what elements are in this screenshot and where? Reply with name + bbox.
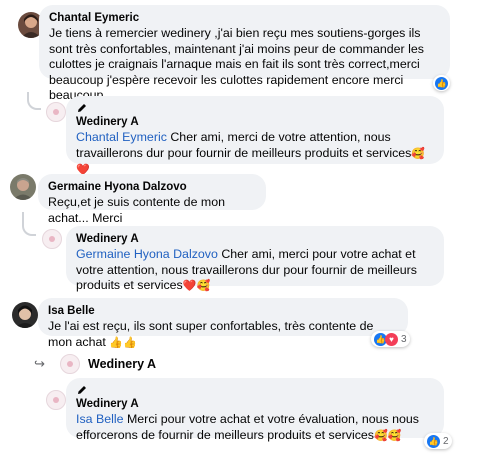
- pencil-icon: [78, 386, 86, 394]
- reaction-badge[interactable]: 👍 2: [424, 433, 452, 449]
- reply-body: Merci pour votre achat et votre évaluati…: [76, 412, 420, 442]
- comment-emojis: 👍👍: [109, 336, 137, 349]
- comment-author[interactable]: Germaine Hyona Dalzovo: [48, 180, 256, 195]
- comment-bubble: Chantal Eymeric Je tiens à remercier wed…: [39, 5, 450, 102]
- reply-author[interactable]: Wedinery A: [76, 397, 434, 412]
- thread-connector: [27, 92, 41, 110]
- comment-text: Reçu,et je suis contente de mon achat...…: [48, 195, 226, 225]
- reply-arrow-icon: ↪: [34, 356, 45, 371]
- reply-preview-author[interactable]: Wedinery A: [88, 357, 156, 371]
- reaction-count: 3: [401, 333, 407, 345]
- reply-author[interactable]: Wedinery A: [76, 115, 434, 130]
- reply-emojis: 🥰🥰: [373, 429, 402, 442]
- comment-bubble: Germaine Hyona Dalzovo Reçu,et je suis c…: [38, 174, 266, 225]
- pencil-icon: [78, 104, 86, 112]
- reply-bubble: Wedinery A Germaine Hyona Dalzovo Cher a…: [66, 226, 444, 292]
- like-icon: 👍: [435, 76, 448, 90]
- comment-bubble: Isa Belle Je l'ai est reçu, ils sont sup…: [38, 298, 408, 349]
- mention-link[interactable]: Chantal Eymeric: [76, 130, 167, 144]
- reaction-badge[interactable]: 👍: [433, 75, 450, 91]
- avatar[interactable]: [12, 302, 38, 328]
- reply-bubble: Wedinery A Chantal Eymeric Cher ami, mer…: [66, 96, 444, 176]
- like-icon: 👍: [427, 434, 440, 448]
- thread-connector: [22, 212, 36, 236]
- avatar[interactable]: [46, 102, 66, 122]
- avatar[interactable]: [46, 390, 66, 410]
- reply-text: Germaine Hyona Dalzovo Cher ami, merci p…: [76, 247, 434, 295]
- reply-author[interactable]: Wedinery A: [76, 232, 434, 247]
- reaction-count: 2: [443, 435, 449, 447]
- comment-text: Je l'ai est reçu, ils sont super confort…: [48, 319, 398, 351]
- avatar[interactable]: [42, 229, 62, 249]
- avatar[interactable]: [60, 354, 80, 374]
- reply-emojis: ❤️🥰: [182, 280, 211, 292]
- love-icon: ♥: [385, 332, 398, 346]
- comment-author[interactable]: Chantal Eymeric: [49, 11, 440, 26]
- reply-text: Isa Belle Merci pour votre achat et votr…: [76, 412, 434, 444]
- reaction-badge[interactable]: 👍 ♥ 3: [371, 331, 410, 347]
- comment-body: Je l'ai est reçu, ils sont super confort…: [48, 319, 374, 349]
- mention-link[interactable]: Isa Belle: [76, 412, 124, 426]
- comment-text: Je tiens à remercier wedinery ,j'ai bien…: [49, 26, 424, 102]
- mention-link[interactable]: Germaine Hyona Dalzovo: [76, 247, 218, 261]
- reply-text: Chantal Eymeric Cher ami, merci de votre…: [76, 130, 434, 179]
- comment-author[interactable]: Isa Belle: [48, 304, 398, 319]
- reply-bubble: Wedinery A Isa Belle Merci pour votre ac…: [66, 378, 444, 442]
- avatar[interactable]: [10, 174, 36, 200]
